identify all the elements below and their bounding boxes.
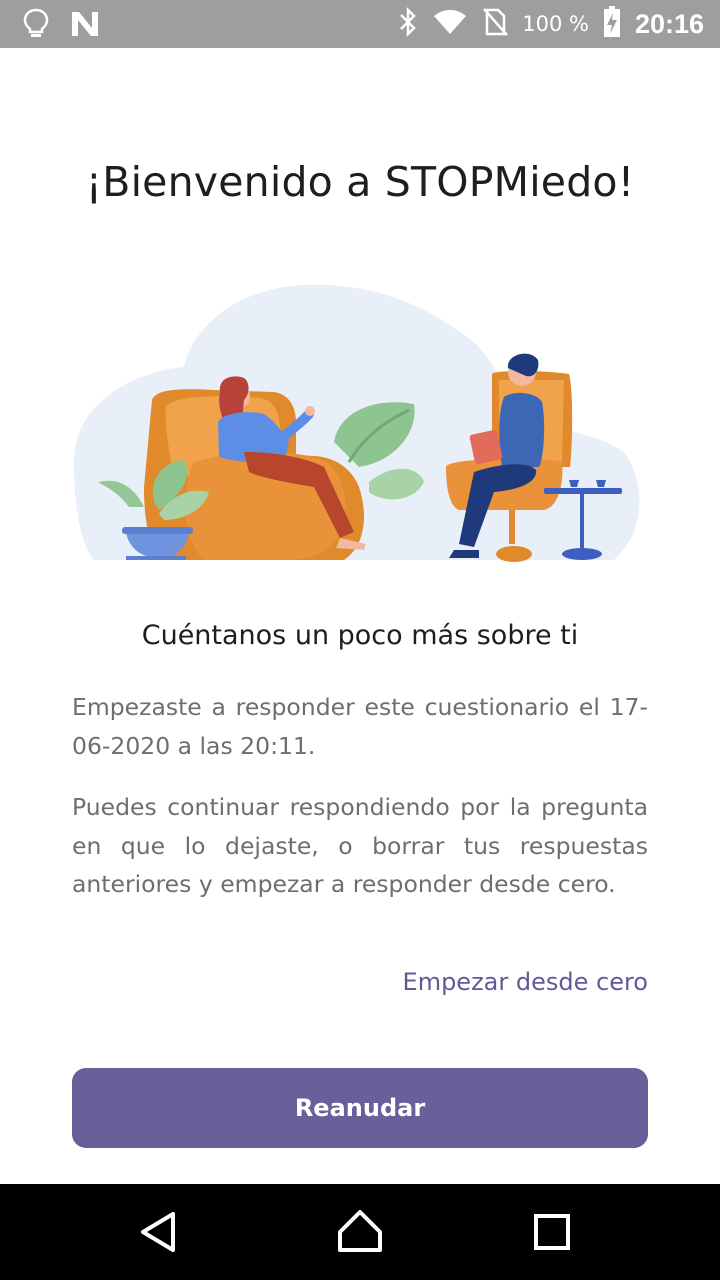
started-info-text: Empezaste a responder este cuestionario … bbox=[72, 693, 648, 760]
status-bar: 100 % 20:16 bbox=[0, 0, 720, 48]
recents-icon[interactable] bbox=[526, 1206, 578, 1258]
continue-info-text: Puedes continuar respondiendo por la pre… bbox=[72, 793, 648, 898]
n-logo-icon bbox=[70, 10, 100, 42]
status-left-icons bbox=[22, 8, 100, 44]
home-icon[interactable] bbox=[334, 1206, 386, 1258]
restart-from-zero-link[interactable]: Empezar desde cero bbox=[403, 968, 648, 996]
therapy-illustration bbox=[74, 282, 646, 564]
battery-percentage: 100 % bbox=[522, 12, 589, 36]
battery-charging-icon bbox=[603, 6, 621, 42]
bluetooth-icon bbox=[398, 6, 418, 41]
lightbulb-icon bbox=[22, 8, 50, 44]
page-title: ¡Bienvenido a STOPMiedo! bbox=[85, 158, 635, 206]
no-sim-icon bbox=[482, 7, 509, 41]
back-icon[interactable] bbox=[133, 1206, 185, 1258]
wifi-icon bbox=[432, 8, 468, 40]
resume-button[interactable]: Reanudar bbox=[72, 1068, 648, 1148]
clock: 20:16 bbox=[634, 8, 704, 39]
status-right-icons: 100 % 20:16 bbox=[398, 0, 704, 48]
section-subtitle: Cuéntanos un poco más sobre ti bbox=[141, 620, 579, 651]
navigation-bar bbox=[0, 1184, 720, 1280]
